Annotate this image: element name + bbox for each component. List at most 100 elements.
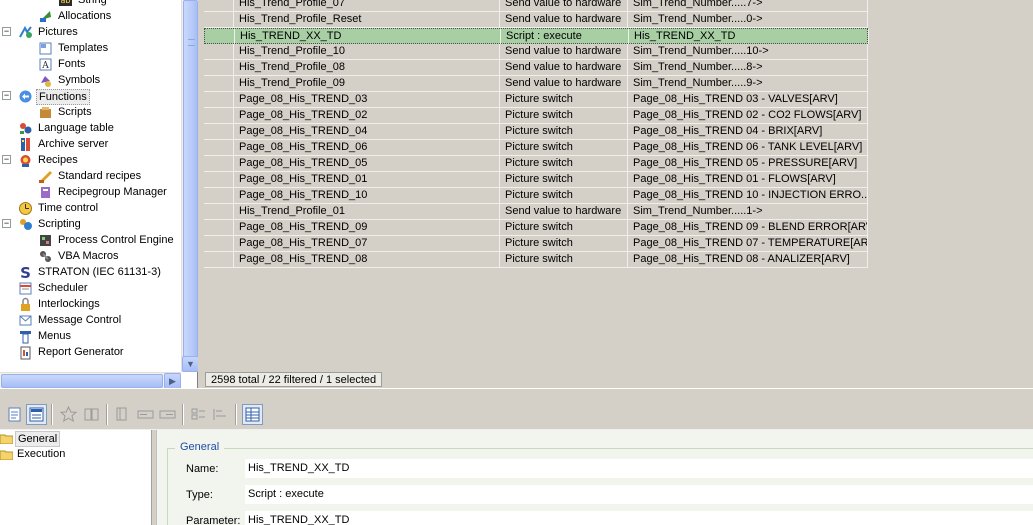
cell-type: Picture switch: [500, 140, 628, 155]
tree-item-language-table[interactable]: Language table: [0, 120, 181, 136]
type-label: Type:: [186, 489, 213, 501]
cell-name: Page_08_His_TREND_02: [234, 108, 500, 123]
table-row[interactable]: Page_08_His_TREND_02 Picture switch Page_0…: [204, 108, 868, 124]
tree-item-message-control[interactable]: Message Control: [0, 312, 181, 328]
tree-item-recipes[interactable]: − Recipes: [0, 152, 181, 168]
table-row[interactable]: His_Trend_Profile_01 Send value to hardwa…: [204, 204, 868, 220]
horizontal-splitter[interactable]: [0, 388, 1033, 399]
favorites-icon[interactable]: [58, 404, 79, 425]
tree-item-fonts[interactable]: A Fonts: [0, 56, 181, 72]
tree-item-symbols[interactable]: Symbols: [0, 72, 181, 88]
copy-icon[interactable]: [112, 404, 133, 425]
row-header[interactable]: [204, 124, 234, 139]
row-header[interactable]: [205, 29, 235, 44]
tree-item-label: Pictures: [38, 26, 78, 38]
category-execution[interactable]: Execution: [0, 446, 151, 462]
row-header[interactable]: [204, 156, 234, 171]
properties-view-icon[interactable]: [4, 404, 25, 425]
row-header[interactable]: [204, 204, 234, 219]
tree-item-interlockings[interactable]: Interlockings: [0, 296, 181, 312]
tree-horizontal-scrollbar[interactable]: ▶: [0, 372, 181, 389]
collapse-icon[interactable]: −: [2, 155, 11, 164]
tree-item-menus[interactable]: Menus: [0, 328, 181, 344]
recipegroup-manager-icon: [38, 185, 53, 199]
tree-item-allocations[interactable]: Allocations: [0, 8, 181, 24]
table-row[interactable]: His_Trend_Profile_10 Send value to hardwa…: [204, 44, 868, 60]
tree-item-label: Language table: [38, 122, 114, 134]
row-header[interactable]: [204, 140, 234, 155]
row-header[interactable]: [204, 236, 234, 251]
row-header[interactable]: [204, 172, 234, 187]
table-row[interactable]: Page_08_His_TREND_05 Picture switch Page_0…: [204, 156, 868, 172]
tree-item-scheduler[interactable]: Scheduler: [0, 280, 181, 296]
table-row[interactable]: Page_08_His_TREND_09 Picture switch Page_0…: [204, 220, 868, 236]
table-row[interactable]: His_TREND_XX_TD Script : execute His_TREND…: [204, 28, 869, 44]
tree-item-pictures[interactable]: − Pictures: [0, 24, 181, 40]
list-icon[interactable]: [81, 404, 102, 425]
row-header[interactable]: [204, 60, 234, 75]
row-header[interactable]: [204, 12, 234, 27]
tree-item-time-control[interactable]: Time control: [0, 200, 181, 216]
table-row[interactable]: Page_08_His_TREND_03 Picture switch Page_0…: [204, 92, 868, 108]
row-header[interactable]: [204, 76, 234, 91]
tree-item-recipegroup-manager[interactable]: Recipegroup Manager: [0, 184, 181, 200]
grouped-view-icon[interactable]: [26, 404, 47, 425]
table-row[interactable]: His_Trend_Profile_08 Send value to hardwa…: [204, 60, 868, 76]
tree-vertical-scroll-thumb[interactable]: [183, 0, 198, 357]
tree-item-string[interactable]: ab String: [0, 0, 181, 8]
field-icon[interactable]: [135, 404, 156, 425]
cell-type: Script : execute: [501, 29, 629, 44]
cell-type: Picture switch: [500, 156, 628, 171]
table-row[interactable]: Page_08_His_TREND_07 Picture switch Page_0…: [204, 236, 868, 252]
align-right-icon[interactable]: [210, 404, 231, 425]
name-field[interactable]: His_TREND_XX_TD: [245, 459, 1033, 478]
row-header[interactable]: [204, 252, 234, 267]
row-header[interactable]: [204, 220, 234, 235]
table-row[interactable]: Page_08_His_TREND_01 Picture switch Page_0…: [204, 172, 868, 188]
cell-parameter: Page_08_His_TREND 08 - ANALIZER[ARV]: [628, 252, 868, 267]
table-row[interactable]: Page_08_His_TREND_08 Picture switch Page_0…: [204, 252, 868, 268]
tree-item-standard-recipes[interactable]: Standard recipes: [0, 168, 181, 184]
functions-grid[interactable]: His_Trend_Profile_07 Send value to hardwa…: [204, 0, 1033, 388]
tree-item-label: Fonts: [58, 58, 86, 70]
table-row[interactable]: Page_08_His_TREND_04 Picture switch Page_0…: [204, 124, 868, 140]
scroll-down-icon[interactable]: ▼: [182, 356, 199, 372]
collapse-icon[interactable]: −: [2, 91, 11, 100]
tree-item-process-control-engine[interactable]: Process Control Engine: [0, 232, 181, 248]
table-row[interactable]: Page_08_His_TREND_06 Picture switch Page_0…: [204, 140, 868, 156]
type-field[interactable]: Script : execute: [245, 485, 1033, 504]
tree-item-vba-macros[interactable]: VBA Macros: [0, 248, 181, 264]
grid-status-bar: 2598 total / 22 filtered / 1 selected: [205, 372, 383, 387]
tree-horizontal-scroll-thumb[interactable]: [1, 374, 163, 388]
tree-item-scripting[interactable]: − Scripting: [0, 216, 181, 232]
project-tree[interactable]: ab String Allocations − Pictures Templates A Fo…: [0, 0, 199, 389]
table-row[interactable]: His_Trend_Profile_Reset Send value to har…: [204, 12, 868, 28]
tree-item-straton-iec-61131-3[interactable]: S STRATON (IEC 61131-3): [0, 264, 181, 282]
tree-item-scripts[interactable]: Scripts: [0, 104, 181, 120]
parameter-field[interactable]: His_TREND_XX_TD: [245, 511, 1033, 525]
tree-vertical-scrollbar[interactable]: ▼: [181, 0, 199, 372]
collapse-icon[interactable]: −: [2, 219, 11, 228]
scroll-right-icon[interactable]: ▶: [164, 373, 181, 389]
row-header[interactable]: [204, 44, 234, 59]
cell-name: His_TREND_XX_TD: [235, 29, 501, 44]
functions-icon: [18, 89, 33, 103]
category-general[interactable]: General: [0, 430, 151, 447]
align-left-icon[interactable]: [188, 404, 209, 425]
tree-item-report-generator[interactable]: Report Generator: [0, 344, 181, 360]
table-row[interactable]: His_Trend_Profile_07 Send value to hardwa…: [204, 0, 868, 12]
table-row[interactable]: His_Trend_Profile_09 Send value to hardwa…: [204, 76, 868, 92]
field-alt-icon[interactable]: [157, 404, 178, 425]
row-header[interactable]: [204, 188, 234, 203]
tree-item-functions[interactable]: − Functions: [0, 88, 181, 105]
row-header[interactable]: [204, 92, 234, 107]
cell-parameter: Sim_Trend_Number.....8->: [628, 60, 868, 75]
row-header[interactable]: [204, 0, 234, 11]
row-header[interactable]: [204, 108, 234, 123]
collapse-icon[interactable]: −: [2, 27, 11, 36]
tree-item-templates[interactable]: Templates: [0, 40, 181, 56]
table-icon[interactable]: [242, 404, 263, 425]
table-row[interactable]: Page_08_His_TREND_10 Picture switch Page_0…: [204, 188, 868, 204]
svg-text:ab: ab: [61, 0, 71, 5]
tree-item-archive-server[interactable]: Archive server: [0, 136, 181, 152]
